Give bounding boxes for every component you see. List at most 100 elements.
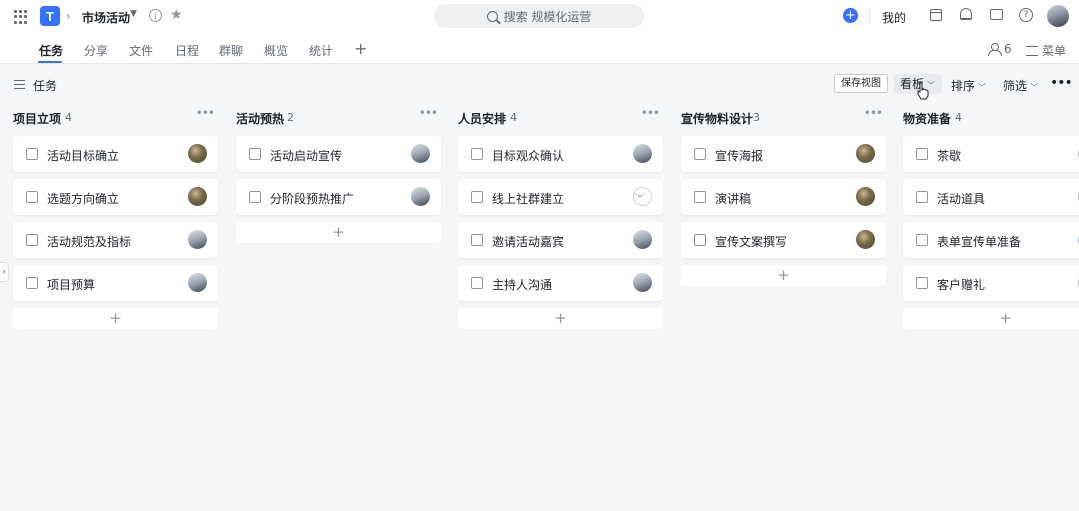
assignee-avatar[interactable] <box>188 230 207 249</box>
task-card[interactable]: 客户赠礼 <box>903 265 1079 301</box>
column-more-icon[interactable]: ••• <box>864 106 883 120</box>
column-title[interactable]: 物资准备 <box>903 110 951 127</box>
task-checkbox[interactable] <box>249 148 261 160</box>
save-view-button[interactable]: 保存视图 <box>834 74 888 93</box>
task-checkbox[interactable] <box>916 277 928 289</box>
add-task-button[interactable]: + <box>458 308 663 329</box>
task-checkbox[interactable] <box>916 234 928 246</box>
apps-grid-icon[interactable] <box>14 10 28 24</box>
task-checkbox[interactable] <box>471 148 483 160</box>
assignee-avatar[interactable] <box>188 144 207 163</box>
mine-link[interactable]: 我的 <box>882 9 906 26</box>
star-icon[interactable]: ★ <box>170 7 183 23</box>
tab-files[interactable]: 文件 <box>129 42 153 59</box>
assignee-avatar[interactable] <box>188 273 207 292</box>
task-card[interactable]: 项目预算 <box>13 265 218 301</box>
assignee-avatar[interactable] <box>411 144 430 163</box>
task-checkbox[interactable] <box>26 277 38 289</box>
add-tab-icon[interactable]: + <box>354 39 367 58</box>
task-card[interactable]: 活动规范及指标 <box>13 222 218 258</box>
filter-button[interactable]: 筛选 ﹀ <box>1003 77 1038 94</box>
app-logo-icon[interactable]: T <box>40 6 60 26</box>
task-checkbox[interactable] <box>471 234 483 246</box>
assignee-avatar[interactable] <box>188 187 207 206</box>
help-icon[interactable]: ? <box>1019 8 1033 22</box>
task-title: 茶歇 <box>937 149 962 163</box>
list-icon[interactable] <box>14 80 25 89</box>
tab-statistics[interactable]: 统计 <box>309 42 333 59</box>
sidebar-expand-icon[interactable]: › <box>0 262 9 282</box>
task-checkbox[interactable] <box>471 191 483 203</box>
assignee-avatar[interactable] <box>633 230 652 249</box>
task-title: 活动规范及指标 <box>47 235 132 249</box>
task-checkbox[interactable] <box>916 148 928 160</box>
add-task-button[interactable]: + <box>236 222 441 243</box>
column-count: 2 <box>287 111 294 124</box>
add-task-button[interactable]: + <box>681 265 886 286</box>
chat-icon[interactable] <box>990 9 1003 20</box>
info-icon[interactable]: i <box>149 9 162 22</box>
assignee-avatar[interactable] <box>856 187 875 206</box>
column-more-icon[interactable]: ••• <box>419 106 438 120</box>
calendar-icon[interactable] <box>930 9 942 21</box>
assignee-avatar[interactable] <box>411 187 430 206</box>
chevron-down-icon: ﹀ <box>978 83 987 92</box>
task-checkbox[interactable] <box>694 191 706 203</box>
column-more-icon[interactable]: ••• <box>196 106 215 120</box>
task-checkbox[interactable] <box>471 277 483 289</box>
task-checkbox[interactable] <box>694 148 706 160</box>
tab-group-chat[interactable]: 群聊 <box>219 42 243 59</box>
search-box[interactable]: 搜索 规模化运营 <box>434 4 644 28</box>
user-avatar[interactable] <box>1047 5 1069 27</box>
task-card[interactable]: 主持人沟通 <box>458 265 663 301</box>
task-checkbox[interactable] <box>26 191 38 203</box>
tab-tasks[interactable]: 任务 <box>39 42 63 59</box>
add-task-button[interactable]: + <box>13 308 218 329</box>
task-card[interactable]: 表单宣传单准备 <box>903 222 1079 258</box>
column-title[interactable]: 宣传物料设计 <box>681 110 753 127</box>
create-button[interactable]: + <box>843 8 858 23</box>
task-checkbox[interactable] <box>249 191 261 203</box>
task-title: 宣传海报 <box>715 149 764 163</box>
board-column: 活动预热 2 ••• 活动启动宣传 分阶段预热推广 + <box>236 104 441 243</box>
tab-schedule[interactable]: 日程 <box>175 42 199 59</box>
task-checkbox[interactable] <box>694 234 706 246</box>
assignee-avatar[interactable] <box>856 230 875 249</box>
tab-overview[interactable]: 概览 <box>264 42 288 59</box>
assignee-avatar[interactable] <box>633 144 652 163</box>
members-button[interactable]: 6 <box>988 42 1012 56</box>
task-card[interactable]: 线上社群建立 <box>458 179 663 215</box>
board-column: 物资准备4••• 茶歇活动道具表单宣传单准备客户赠礼 + <box>903 104 1079 329</box>
sort-button[interactable]: 排序 ﹀ <box>951 77 986 94</box>
task-checkbox[interactable] <box>26 234 38 246</box>
task-card[interactable]: 宣传海报 <box>681 136 886 172</box>
column-title[interactable]: 人员安排 <box>458 110 506 127</box>
add-task-button[interactable]: + <box>903 308 1079 329</box>
task-checkbox[interactable] <box>26 148 38 160</box>
task-card[interactable]: 活动道具 <box>903 179 1079 215</box>
column-more-icon[interactable]: ••• <box>641 106 660 120</box>
tab-share[interactable]: 分享 <box>84 42 108 59</box>
more-options-icon[interactable]: ••• <box>1050 75 1073 91</box>
task-card[interactable]: 活动启动宣传 <box>236 136 441 172</box>
assignee-avatar[interactable] <box>856 144 875 163</box>
caret-down-icon[interactable]: ▼ <box>130 9 137 19</box>
task-card[interactable]: 邀请活动嘉宾 <box>458 222 663 258</box>
bell-icon[interactable] <box>960 8 972 20</box>
task-card[interactable]: 茶歇 <box>903 136 1079 172</box>
assignee-avatar[interactable] <box>633 187 652 206</box>
task-card[interactable]: 选题方向确立 <box>13 179 218 215</box>
task-card[interactable]: 活动目标确立 <box>13 136 218 172</box>
task-card[interactable]: 宣传文案撰写 <box>681 222 886 258</box>
task-card[interactable]: 演讲稿 <box>681 179 886 215</box>
project-name[interactable]: 市场活动 <box>82 9 130 26</box>
assignee-avatar[interactable] <box>633 273 652 292</box>
column-header: 物资准备4••• <box>903 104 1079 130</box>
chevron-down-icon: ﹀ <box>1030 83 1039 92</box>
column-title[interactable]: 项目立项 <box>13 110 61 127</box>
task-checkbox[interactable] <box>916 191 928 203</box>
column-title[interactable]: 活动预热 <box>236 110 284 127</box>
task-card[interactable]: 分阶段预热推广 <box>236 179 441 215</box>
task-card[interactable]: 目标观众确认 <box>458 136 663 172</box>
menu-button[interactable]: 菜单 <box>1026 42 1066 59</box>
